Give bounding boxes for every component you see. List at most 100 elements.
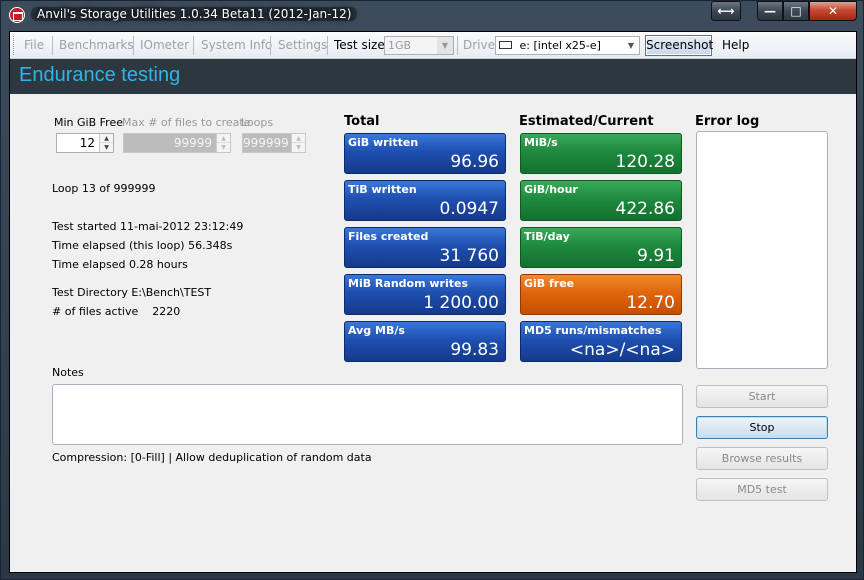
stepper-down-icon[interactable]: ▼ bbox=[100, 143, 113, 152]
compression-text: Compression: [0-Fill] | Allow deduplicat… bbox=[52, 451, 372, 464]
menu-help[interactable]: Help bbox=[722, 38, 749, 52]
title-bar[interactable]: Anvil's Storage Utilities 1.0.34 Beta11 … bbox=[1, 1, 863, 29]
stepper-down-icon[interactable]: ▼ bbox=[292, 143, 305, 152]
tile-tib-written: TiB written 0.0947 bbox=[344, 180, 506, 221]
drive-select[interactable]: e: [intel x25-e] ▼ bbox=[495, 36, 640, 55]
test-size-select[interactable]: 1GB ▼ bbox=[384, 36, 454, 55]
tile-gib-per-hour: GiB/hour 422.86 bbox=[520, 180, 682, 221]
tile-md5-runs: MD5 runs/mismatches <na>/<na> bbox=[520, 321, 682, 362]
tile-value: 9.91 bbox=[637, 246, 675, 266]
chevron-down-icon: ▼ bbox=[437, 37, 453, 54]
elapsed-hours-text: Time elapsed 0.28 hours bbox=[52, 258, 188, 271]
menu-settings[interactable]: Settings bbox=[278, 38, 327, 52]
toolbar-separator bbox=[52, 36, 53, 55]
tile-value: 99.83 bbox=[450, 340, 499, 360]
total-heading: Total bbox=[344, 114, 380, 129]
tile-label: Files created bbox=[348, 230, 429, 243]
tile-value: <na>/<na> bbox=[569, 340, 675, 360]
tile-files-created: Files created 31 760 bbox=[344, 227, 506, 268]
menu-toolbar: File Benchmarks IOmeter System Info Sett… bbox=[10, 32, 856, 59]
browse-results-button[interactable]: Browse results bbox=[696, 447, 828, 470]
tile-label: TiB/day bbox=[524, 230, 570, 243]
min-gib-free-value: 12 bbox=[79, 136, 95, 150]
test-directory-text: Test Directory E:\Bench\TEST bbox=[52, 286, 212, 299]
tile-label: MiB/s bbox=[524, 136, 558, 149]
tile-avg-mbs: Avg MB/s 99.83 bbox=[344, 321, 506, 362]
toolbar-separator bbox=[193, 36, 194, 55]
max-files-label: Max # of files to create bbox=[122, 116, 251, 129]
stepper-up-icon[interactable]: ▲ bbox=[292, 134, 305, 143]
tile-label: GiB free bbox=[524, 277, 575, 290]
toolbar-separator bbox=[457, 36, 458, 55]
estimated-heading: Estimated/Current bbox=[519, 114, 654, 129]
close-button[interactable]: ✕ bbox=[809, 1, 857, 21]
stepper-buttons: ▲ ▼ bbox=[291, 134, 305, 152]
notes-label: Notes bbox=[52, 366, 84, 379]
tile-value: 12.70 bbox=[626, 293, 675, 313]
tile-value: 120.28 bbox=[615, 152, 675, 172]
loops-label: Loops bbox=[241, 116, 274, 129]
notes-textarea[interactable] bbox=[52, 384, 683, 445]
stepper-up-icon[interactable]: ▲ bbox=[100, 134, 113, 143]
tile-mib-random-writes: MiB Random writes 1 200.00 bbox=[344, 274, 506, 315]
tile-value: 422.86 bbox=[615, 199, 675, 219]
stepper-buttons: ▲ ▼ bbox=[99, 134, 113, 152]
test-size-value: 1GB bbox=[388, 39, 412, 52]
menu-file[interactable]: File bbox=[24, 38, 44, 52]
toolbar-separator bbox=[327, 36, 328, 55]
resize-arrows-button[interactable]: ⟷ bbox=[711, 1, 741, 21]
md5-test-button[interactable]: MD5 test bbox=[696, 478, 828, 501]
toolbar-separator bbox=[133, 36, 134, 55]
drive-label: Drive bbox=[463, 38, 495, 52]
tile-value: 0.0947 bbox=[439, 199, 499, 219]
loops-stepper[interactable]: 999999 ▲ ▼ bbox=[242, 133, 306, 153]
tile-mib-per-s: MiB/s 120.28 bbox=[520, 133, 682, 174]
stop-button[interactable]: Stop bbox=[696, 416, 828, 439]
client-area: File Benchmarks IOmeter System Info Sett… bbox=[9, 31, 857, 573]
tile-label: MiB Random writes bbox=[348, 277, 469, 290]
toolbar-separator bbox=[270, 36, 271, 55]
tile-value: 96.96 bbox=[450, 152, 499, 172]
start-button[interactable]: Start bbox=[696, 385, 828, 408]
main-content: Min GiB Free 12 ▲ ▼ Max # of files to cr… bbox=[10, 94, 856, 572]
app-icon[interactable] bbox=[9, 7, 25, 23]
tile-label: Avg MB/s bbox=[348, 324, 405, 337]
tile-label: GiB written bbox=[348, 136, 419, 149]
page-title: Endurance testing bbox=[19, 64, 181, 86]
minimize-button[interactable]: — bbox=[757, 1, 783, 21]
toolbar-grip[interactable] bbox=[13, 36, 16, 55]
app-window: Anvil's Storage Utilities 1.0.34 Beta11 … bbox=[0, 0, 864, 580]
loop-status: Loop 13 of 999999 bbox=[52, 182, 156, 195]
chevron-down-icon: ▼ bbox=[627, 41, 635, 50]
elapsed-loop-text: Time elapsed (this loop) 56.348s bbox=[52, 239, 233, 252]
tile-label: GiB/hour bbox=[524, 183, 578, 196]
tile-gib-written: GiB written 96.96 bbox=[344, 133, 506, 174]
tile-tib-per-day: TiB/day 9.91 bbox=[520, 227, 682, 268]
menu-system-info[interactable]: System Info bbox=[201, 38, 272, 52]
menu-benchmarks[interactable]: Benchmarks bbox=[59, 38, 134, 52]
screenshot-button[interactable]: Screenshot bbox=[645, 35, 713, 56]
menu-iometer[interactable]: IOmeter bbox=[140, 38, 189, 52]
min-gib-free-label: Min GiB Free bbox=[54, 116, 123, 129]
test-started-text: Test started 11-mai-2012 23:12:49 bbox=[52, 220, 244, 233]
tile-label: MD5 runs/mismatches bbox=[524, 324, 662, 337]
drive-value: e: [intel x25-e] bbox=[519, 39, 601, 52]
stepper-buttons: ▲ ▼ bbox=[216, 134, 230, 152]
max-files-value: 99999 bbox=[173, 136, 212, 150]
tile-value: 1 200.00 bbox=[423, 293, 499, 313]
max-files-stepper[interactable]: 99999 ▲ ▼ bbox=[123, 133, 231, 153]
page-header: Endurance testing bbox=[10, 59, 856, 94]
error-log-heading: Error log bbox=[695, 114, 760, 129]
window-title: Anvil's Storage Utilities 1.0.34 Beta11 … bbox=[31, 7, 358, 21]
maximize-button[interactable]: □ bbox=[783, 1, 809, 21]
tile-gib-free: GiB free 12.70 bbox=[520, 274, 682, 315]
tile-label: TiB written bbox=[348, 183, 417, 196]
stepper-down-icon[interactable]: ▼ bbox=[217, 143, 230, 152]
tile-value: 31 760 bbox=[439, 246, 499, 266]
test-size-label: Test size bbox=[334, 38, 385, 52]
error-log-box[interactable] bbox=[696, 131, 828, 369]
files-active-text: # of files active 2220 bbox=[52, 305, 181, 318]
min-gib-free-stepper[interactable]: 12 ▲ ▼ bbox=[56, 133, 114, 153]
drive-icon bbox=[499, 41, 512, 49]
stepper-up-icon[interactable]: ▲ bbox=[217, 134, 230, 143]
